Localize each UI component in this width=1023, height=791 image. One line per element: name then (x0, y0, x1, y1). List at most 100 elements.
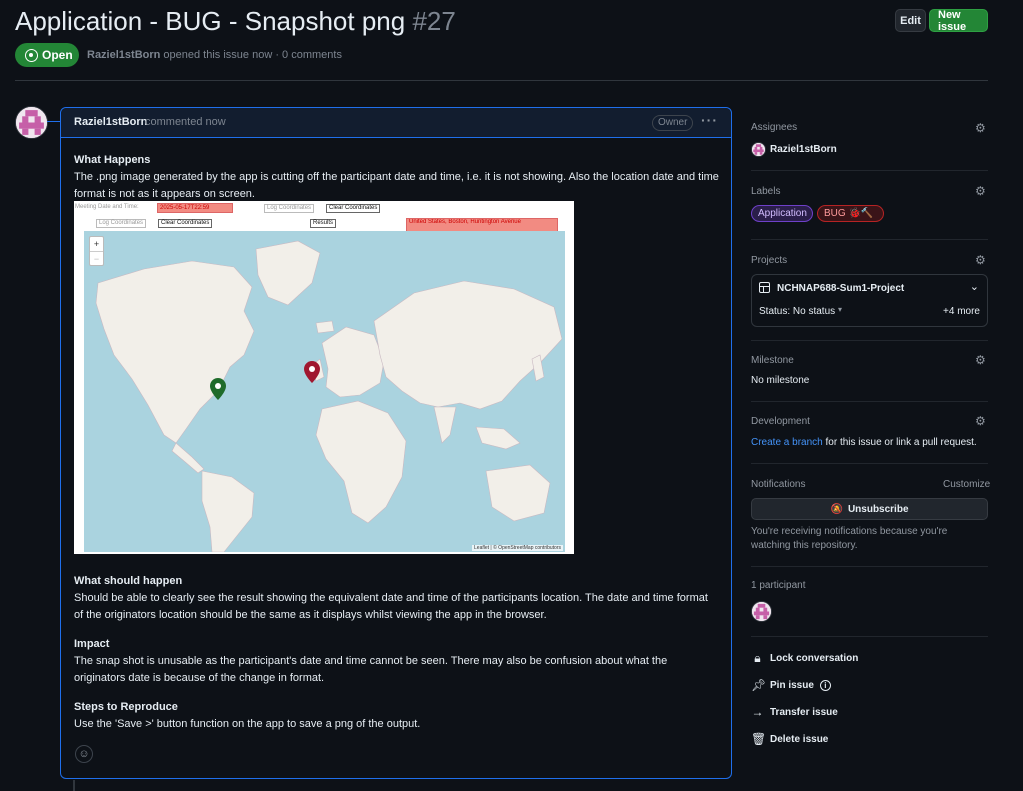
section-impact: Impact The snap shot is unusable as the … (74, 636, 719, 687)
snapshot-location-value: United States, Boston, Huntington Avenue (406, 218, 558, 232)
sidebar-divider (751, 170, 988, 171)
pin-issue-button[interactable]: 📌︎ Pin issue i (751, 678, 831, 692)
delete-issue-label: Delete issue (770, 733, 829, 745)
lock-icon: 🔒︎ (754, 651, 761, 665)
snapshot-meeting-value: 2025-05-17T22:59 (157, 203, 233, 213)
project-card[interactable]: NCHNAP688-Sum1-Project ⌄ Status: No stat… (751, 274, 988, 327)
issue-opened-icon (25, 48, 38, 62)
snapshot-clear-coordinates-button: Clear Coordinates (326, 204, 381, 213)
issue-title-text: Application - BUG - Snapshot png (15, 6, 406, 36)
issue-title: Application - BUG - Snapshot png #27 (15, 6, 456, 37)
identicon-image (752, 143, 765, 156)
section-text: The snap shot is unusable as the partici… (74, 655, 668, 684)
labels-label: Labels (751, 186, 781, 197)
trash-icon: 🗑︎ (751, 732, 767, 746)
bug-emoji-icon: 🐞🔨 (848, 208, 874, 219)
section-what-should-happen: What should happen Should be able to cle… (74, 573, 719, 624)
milestone-label: Milestone (751, 355, 794, 366)
zoom-out-button: − (90, 251, 103, 265)
issue-author-link[interactable]: Raziel1stBorn (87, 49, 160, 61)
issue-state-label: Open (42, 48, 73, 62)
issue-state-badge: Open (15, 43, 79, 67)
transfer-issue-button[interactable]: → Transfer issue (751, 705, 838, 719)
snapshot-log-coordinates-button: Log Coordinates (264, 204, 315, 213)
lock-conversation-button[interactable]: 🔒︎ Lock conversation (751, 651, 858, 666)
sidebar-divider (751, 636, 988, 637)
pin-icon: 📌︎ (751, 678, 767, 692)
section-text: The .png image generated by the app is c… (74, 171, 719, 200)
timeline-line (73, 780, 75, 791)
create-branch-link[interactable]: Create a branch (751, 437, 823, 448)
snapshot-log-coordinates-button: Log Coordinates (96, 219, 147, 228)
sidebar-divider (751, 401, 988, 402)
section-steps: Steps to Reproduce Use the 'Save >' butt… (74, 699, 719, 733)
pin-issue-label: Pin issue (770, 679, 814, 691)
snapshot-results-button: Results (310, 219, 337, 228)
label-bug[interactable]: BUG 🐞🔨 (817, 205, 884, 222)
label-application[interactable]: Application (751, 205, 813, 222)
project-status[interactable]: Status: No status (759, 306, 835, 317)
development-label: Development (751, 416, 810, 427)
assignee-avatar (751, 142, 766, 157)
header-divider (15, 80, 988, 81)
section-heading: Impact (74, 638, 110, 650)
owner-badge: Owner (652, 115, 694, 131)
development-gear-icon[interactable]: ⚙ (975, 415, 987, 427)
comment-timestamp[interactable]: commented now (145, 116, 226, 128)
boston-marker-icon (210, 378, 226, 400)
development-text: Create a branch for this issue or link a… (751, 437, 977, 448)
participant-avatar[interactable] (751, 601, 772, 622)
arrow-right-icon: → (751, 705, 764, 719)
comment-header: Raziel1stBorn commented now Owner ··· (61, 108, 731, 138)
participants-label: 1 participant (751, 580, 806, 591)
unsubscribe-label: Unsubscribe (847, 503, 909, 515)
comment-author[interactable]: Raziel1stBorn (74, 116, 147, 128)
section-what-happens: What Happens The .png image generated by… (74, 152, 719, 203)
comment-author-avatar[interactable] (15, 106, 48, 139)
identicon-image (752, 602, 771, 621)
section-heading: Steps to Reproduce (74, 701, 178, 713)
notifications-label: Notifications (751, 479, 806, 490)
zoom-control: + − (89, 236, 104, 266)
delete-issue-button[interactable]: 🗑︎ Delete issue (751, 732, 828, 746)
issue-number: #27 (412, 6, 456, 36)
section-heading: What should happen (74, 575, 183, 587)
lock-conversation-label: Lock conversation (770, 653, 859, 664)
status-dropdown-icon[interactable]: ▾ (838, 305, 842, 314)
section-text: Should be able to clearly see the result… (74, 592, 708, 621)
assignees-gear-icon[interactable]: ⚙ (975, 122, 987, 134)
development-rest: for this issue or link a pull request. (825, 437, 977, 448)
issue-meta: Raziel1stBorn opened this issue now · 0 … (87, 49, 342, 61)
table-icon (759, 282, 770, 293)
uk-marker-icon (304, 361, 320, 383)
project-more[interactable]: +4 more (943, 306, 980, 317)
issue-meta-text: opened this issue now · 0 comments (163, 49, 342, 61)
chevron-down-icon[interactable]: ⌄ (970, 280, 979, 293)
assignee-name[interactable]: Raziel1stBorn (770, 144, 837, 155)
assignees-label: Assignees (751, 122, 798, 133)
projects-gear-icon[interactable]: ⚙ (975, 254, 987, 266)
project-name[interactable]: NCHNAP688-Sum1-Project (777, 283, 904, 294)
notifications-note: You're receiving notifications because y… (751, 526, 948, 551)
new-issue-button[interactable]: New issue (929, 9, 988, 33)
info-icon[interactable]: i (819, 679, 831, 691)
sidebar-divider (751, 340, 988, 341)
kebab-horizontal-icon[interactable]: ··· (701, 112, 718, 128)
identicon-image (16, 107, 47, 138)
section-text: Use the 'Save >' button function on the … (74, 718, 421, 730)
unsubscribe-button[interactable]: 🔕 Unsubscribe (751, 498, 988, 520)
world-map: + − Leaflet | © OpenStreetMap contributo… (84, 231, 565, 552)
labels-gear-icon[interactable]: ⚙ (975, 185, 987, 197)
map-attribution: Leaflet | © OpenStreetMap contributors (472, 545, 563, 551)
transfer-issue-label: Transfer issue (770, 706, 838, 718)
add-reaction-icon[interactable]: ☺ (75, 745, 93, 763)
edit-button[interactable]: Edit (895, 9, 926, 32)
milestone-value: No milestone (751, 375, 810, 386)
customize-link[interactable]: Customize (943, 479, 990, 490)
snapshot-clear-coordinates-button: Clear Coordinates (158, 219, 213, 228)
milestone-gear-icon[interactable]: ⚙ (975, 354, 987, 366)
sidebar-divider (751, 463, 988, 464)
world-map-graphic (95, 240, 563, 552)
sidebar-divider (751, 566, 988, 567)
projects-label: Projects (751, 255, 788, 266)
